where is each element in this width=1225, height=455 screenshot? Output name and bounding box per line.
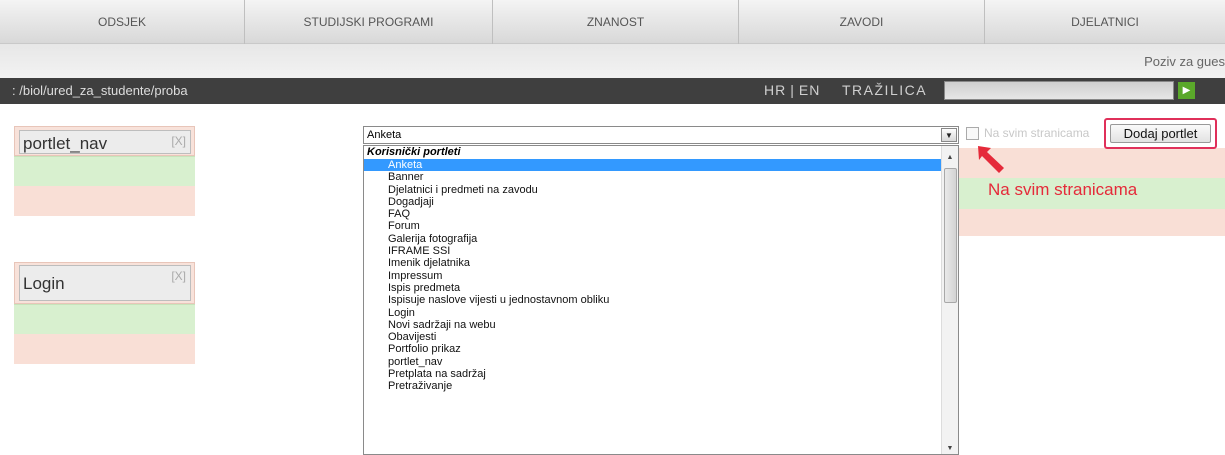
add-portlet-button[interactable]: Dodaj portlet bbox=[1110, 124, 1211, 143]
top-navigation: ODSJEK STUDIJSKI PROGRAMI ZNANOST ZAVODI… bbox=[0, 0, 1225, 44]
portlet-title: Login bbox=[23, 274, 65, 293]
dropdown-option[interactable]: FAQ bbox=[364, 208, 958, 220]
breadcrumb: : /biol/ured_za_studente/proba bbox=[12, 83, 188, 98]
search-input[interactable] bbox=[944, 81, 1174, 100]
all-pages-checkbox-label: Na svim stranicama bbox=[984, 126, 1090, 140]
dropdown-option[interactable]: Pretplata na sadržaj bbox=[364, 368, 958, 380]
lang-hr-link[interactable]: HR bbox=[764, 82, 786, 98]
arrow-right-icon: ▶ bbox=[1182, 85, 1191, 96]
portlet-select-value: Anketa bbox=[367, 129, 402, 141]
dropdown-option[interactable]: portlet_nav bbox=[364, 356, 958, 368]
dropdown-option[interactable]: Ispisuje naslove vijesti u jednostavnom … bbox=[364, 294, 958, 306]
annotation-note: Na svim stranicama bbox=[988, 180, 1138, 199]
portlet-header[interactable]: Login [X] bbox=[19, 265, 191, 301]
nav-item-odsjek[interactable]: ODSJEK bbox=[0, 0, 245, 44]
dropdown-option[interactable]: Impressum bbox=[364, 270, 958, 282]
portlet-box: Login [X] bbox=[14, 262, 195, 304]
scroll-up-icon[interactable]: ▲ bbox=[942, 149, 958, 165]
portlet-select[interactable]: Anketa ▼ bbox=[363, 126, 959, 144]
dropdown-option[interactable]: Ispis predmeta bbox=[364, 282, 958, 294]
nav-item-zavodi[interactable]: ZAVODI bbox=[739, 0, 985, 44]
portlet-header[interactable]: portlet_nav [X] bbox=[19, 130, 191, 154]
nav-item-studijski-programi[interactable]: STUDIJSKI PROGRAMI bbox=[245, 0, 493, 44]
page: ODSJEK STUDIJSKI PROGRAMI ZNANOST ZAVODI… bbox=[0, 0, 1225, 455]
portlet-zone-2: Login [X] bbox=[14, 262, 195, 364]
drop-zone-green bbox=[14, 304, 195, 334]
dropdown-option[interactable]: Galerija fotografija bbox=[364, 233, 958, 245]
drop-zone-green bbox=[14, 156, 195, 186]
dropdown-option[interactable]: Novi sadržaji na webu bbox=[364, 319, 958, 331]
dropdown-option[interactable]: Obavijesti bbox=[364, 331, 958, 343]
dropdown-button[interactable]: ▼ bbox=[941, 128, 957, 142]
portlet-box: portlet_nav [X] bbox=[14, 126, 195, 156]
dropdown-option[interactable]: Portfolio prikaz bbox=[364, 343, 958, 355]
option-group-label: Korisnički portleti bbox=[367, 146, 461, 158]
invite-link[interactable]: Poziv za gues bbox=[1144, 54, 1225, 69]
add-portlet-highlight: Dodaj portlet bbox=[1104, 118, 1217, 149]
dropdown-scrollbar[interactable]: ▲ ▼ bbox=[941, 146, 958, 454]
portlet-title: portlet_nav bbox=[23, 134, 108, 153]
drop-zone-pink bbox=[14, 334, 195, 364]
lang-separator: | bbox=[790, 82, 795, 98]
search-label: TRAŽILICA bbox=[842, 82, 928, 98]
chevron-down-icon: ▼ bbox=[945, 130, 953, 140]
nav-item-djelatnici[interactable]: DJELATNICI bbox=[985, 0, 1225, 44]
language-switcher: HR | EN bbox=[764, 82, 820, 98]
scrollbar-thumb[interactable] bbox=[944, 168, 957, 303]
dropdown-option[interactable]: Login bbox=[364, 307, 958, 319]
dropdown-option[interactable]: Pretraživanje bbox=[364, 380, 958, 392]
drop-zone-pink bbox=[14, 186, 195, 216]
drop-zone-pink bbox=[959, 209, 1225, 236]
dropdown-option[interactable]: Imenik djelatnika bbox=[364, 257, 958, 269]
option-list: Anketa Banner Djelatnici i predmeti na zav… bbox=[364, 159, 958, 393]
sub-header-strip: Poziv za gues bbox=[0, 44, 1225, 78]
all-pages-checkbox[interactable] bbox=[966, 127, 979, 140]
portlet-zone-1: portlet_nav [X] bbox=[14, 126, 195, 216]
scroll-down-icon[interactable]: ▼ bbox=[942, 440, 958, 454]
dropdown-option[interactable]: IFRAME SSI bbox=[364, 245, 958, 257]
search-submit-button[interactable]: ▶ bbox=[1178, 82, 1195, 99]
path-bar: : /biol/ured_za_studente/proba HR | EN TRA… bbox=[0, 78, 1225, 104]
dropdown-option[interactable]: Anketa bbox=[364, 159, 958, 172]
lang-en-link[interactable]: EN bbox=[799, 82, 820, 98]
dropdown-option[interactable]: Banner bbox=[364, 171, 958, 183]
portlet-dropdown-list[interactable]: Korisnički portleti Anketa Banner Djelatni… bbox=[363, 145, 959, 455]
portlet-remove-button[interactable]: [X] bbox=[171, 269, 186, 283]
dropdown-option[interactable]: Dogadjaji bbox=[364, 196, 958, 208]
dropdown-option[interactable]: Forum bbox=[364, 220, 958, 232]
portlet-remove-button[interactable]: [X] bbox=[171, 134, 186, 148]
arrow-annotation-icon bbox=[978, 146, 1004, 173]
dropdown-option[interactable]: Djelatnici i predmeti na zavodu bbox=[364, 184, 958, 196]
nav-item-znanost[interactable]: ZNANOST bbox=[493, 0, 739, 44]
